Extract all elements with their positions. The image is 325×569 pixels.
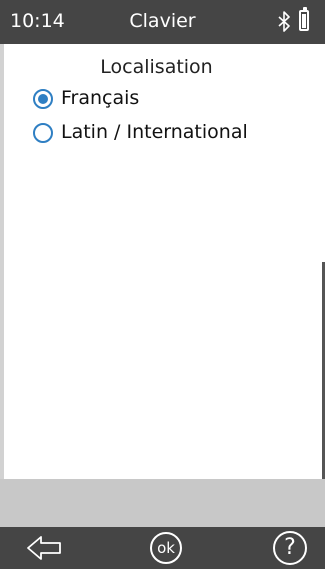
bluetooth-icon [278, 11, 290, 32]
section-heading: Localisation [100, 56, 213, 78]
help-label: ? [284, 535, 296, 560]
back-button[interactable] [25, 527, 75, 569]
help-button[interactable]: ? [268, 527, 312, 569]
ok-circle-icon: ok [150, 532, 182, 564]
nav-bar: ok ? [0, 527, 325, 569]
radio-unselected-icon[interactable] [33, 123, 53, 143]
option-label: Français [61, 87, 140, 109]
radio-selected-icon[interactable] [33, 89, 53, 109]
content-panel: Localisation Français Latin / Internatio… [4, 44, 325, 479]
back-arrow-icon [27, 536, 61, 560]
option-label: Latin / International [61, 121, 248, 143]
battery-icon [299, 7, 309, 31]
footer-bar [0, 479, 325, 527]
screen-title: Clavier [129, 10, 196, 32]
help-circle-icon: ? [273, 531, 307, 565]
ok-label: ok [157, 539, 175, 557]
status-bar: 10:14 Clavier [0, 0, 325, 44]
ok-button[interactable]: ok [145, 527, 189, 569]
